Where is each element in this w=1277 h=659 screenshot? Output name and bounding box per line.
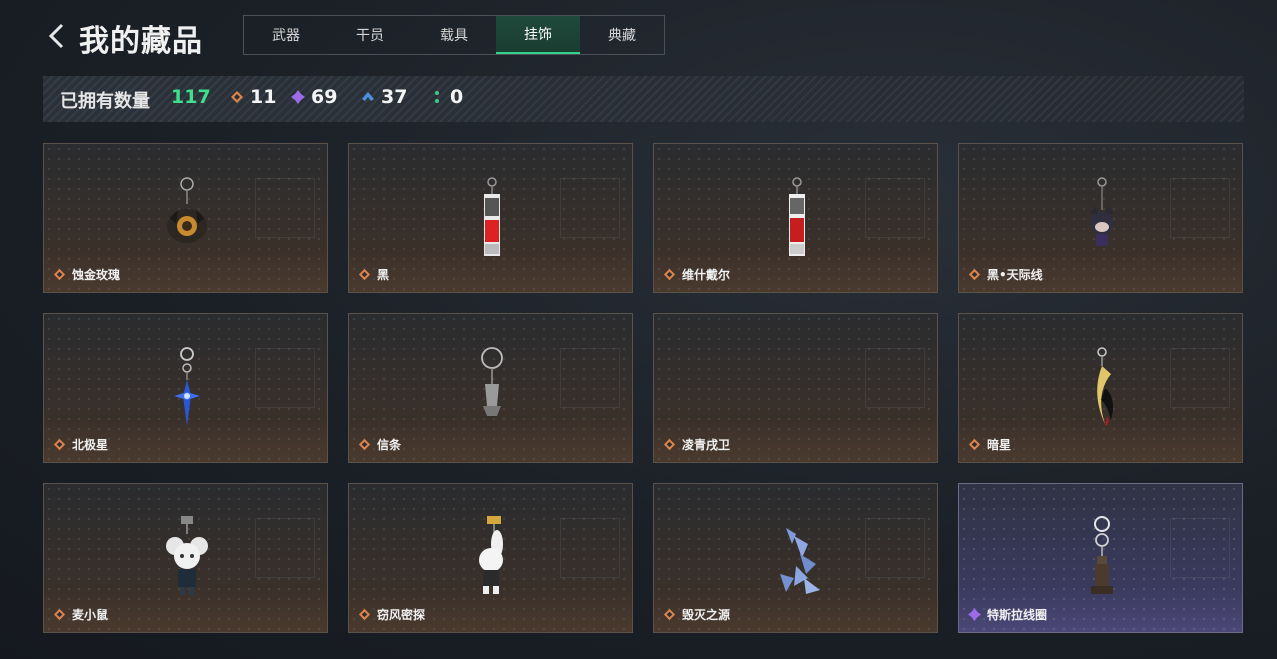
pendant-name: 信条 [377,438,402,452]
pendant-name-row: 毁灭之源 [663,606,730,623]
card-decoration [1170,348,1230,408]
pendant-name-row: 麦小鼠 [53,606,108,623]
crystal-pendant-icon [780,528,820,594]
pendant-card[interactable]: 凌青戌卫 [653,313,938,463]
pendant-card[interactable]: 暗星 [958,313,1243,463]
card-decoration [560,178,620,238]
tab-weapons[interactable]: 武器 [244,16,328,54]
pendant-card[interactable]: 信条 [348,313,633,463]
pendant-card[interactable]: 窃风密探 [348,483,633,633]
pendant-name: 凌青戌卫 [682,438,731,452]
card-decoration [560,348,620,408]
card-decoration [255,178,315,238]
purple-diamond-icon [968,608,981,621]
pendant-card[interactable]: 蚀金玫瑰 [43,143,328,293]
rarity-stat-green: 0 [430,86,463,108]
chevron-left-icon [48,23,64,49]
pendant-name-row: 凌青戌卫 [663,436,730,453]
orange-diamond-icon [968,438,981,451]
card-decoration [1170,518,1230,578]
star-pendant-icon [174,347,200,426]
pendant-card[interactable]: 黑 [348,143,633,293]
pendant-name: 窃风密探 [377,608,426,622]
owned-count-label: 已拥有数量 [60,91,150,112]
owned-count-total: 117 [171,86,211,108]
pendant-name-row: 黑 [358,266,389,283]
pendant-name: 麦小鼠 [72,608,109,622]
pendant-name-row: 黑•天际线 [968,266,1043,283]
pendant-card[interactable]: 毁灭之源 [653,483,938,633]
blue-chevron-icon [362,92,374,101]
card-pendant-icon [789,177,805,256]
orange-diamond-icon [663,438,676,451]
pendant-card[interactable]: 北极星 [43,313,328,463]
pendant-name: 北极星 [72,438,109,452]
pendant-name-row: 信条 [358,436,401,453]
tab-pendants[interactable]: 挂饰 [496,16,580,54]
pendant-name: 暗星 [987,438,1012,452]
card-pendant-icon [484,177,500,256]
pendant-name: 蚀金玫瑰 [72,268,121,282]
pendant-card[interactable]: 特斯拉线圈 [958,483,1243,633]
crescent-pendant-icon [1097,347,1113,426]
pendant-grid: 蚀金玫瑰 黑 维什戴尔 黑•天际线 北极星 信条 凌青戌卫 暗星 麦小鼠 窃风密… [43,143,1244,633]
category-tabs: 武器 干员 载具 挂饰 典藏 [243,15,665,55]
rarity-count: 0 [450,86,464,108]
tab-vehicles[interactable]: 载具 [412,16,496,54]
coil-pendant-icon [1091,516,1113,594]
orange-diamond-icon [358,268,371,281]
pendant-card[interactable]: 黑•天际线 [958,143,1243,293]
pendant-name: 毁灭之源 [682,608,731,622]
tab-operators[interactable]: 干员 [328,16,412,54]
orange-diamond-icon [358,608,371,621]
rose-pendant-icon [167,177,207,243]
orange-diamond-icon [53,438,66,451]
header: 我的藏品 武器 干员 载具 挂饰 典藏 [0,0,1277,70]
pendant-card[interactable]: 麦小鼠 [43,483,328,633]
orange-diamond-icon [968,268,981,281]
pendant-name-row: 北极星 [53,436,108,453]
card-decoration [865,518,925,578]
card-decoration [865,348,925,408]
back-button[interactable] [44,18,70,54]
purple-diamond-icon [291,90,305,104]
rarity-stat-purple: 69 [291,86,337,108]
rarity-stat-blue: 37 [361,86,407,108]
pendant-name-row: 特斯拉线圈 [968,606,1047,623]
tab-collection[interactable]: 典藏 [580,16,664,54]
orange-diamond-icon [663,268,676,281]
pendant-name-row: 暗星 [968,436,1011,453]
owned-stats-bar: 已拥有数量 117 11 69 37 0 [43,76,1244,122]
pendant-name: 特斯拉线圈 [987,608,1048,622]
silver-pendant-icon [481,347,503,416]
orange-diamond-icon [663,608,676,621]
rarity-count: 69 [311,86,338,108]
rarity-count: 37 [381,86,408,108]
pendant-name: 维什戴尔 [682,268,731,282]
pendant-name-row: 蚀金玫瑰 [53,266,120,283]
card-decoration [865,178,925,238]
mouse-pendant-icon [166,516,208,595]
card-decoration [255,518,315,578]
card-decoration [1170,178,1230,238]
rarity-stat-orange: 11 [230,86,276,108]
pendant-card[interactable]: 维什戴尔 [653,143,938,293]
orange-diamond-icon [53,268,66,281]
page-title: 我的藏品 [79,24,203,59]
orange-diamond-icon [231,91,243,103]
rarity-count: 11 [250,86,277,108]
card-decoration [560,518,620,578]
pendant-name-row: 窃风密探 [358,606,425,623]
pendant-name: 黑•天际线 [987,268,1043,282]
pendant-name-row: 维什戴尔 [663,266,730,283]
bunny-pendant-icon [479,516,503,594]
green-dots-icon [435,91,439,103]
card-decoration [255,348,315,408]
orange-diamond-icon [53,608,66,621]
orange-diamond-icon [358,438,371,451]
figure-pendant-icon [1090,177,1114,246]
pendant-name: 黑 [377,268,390,282]
